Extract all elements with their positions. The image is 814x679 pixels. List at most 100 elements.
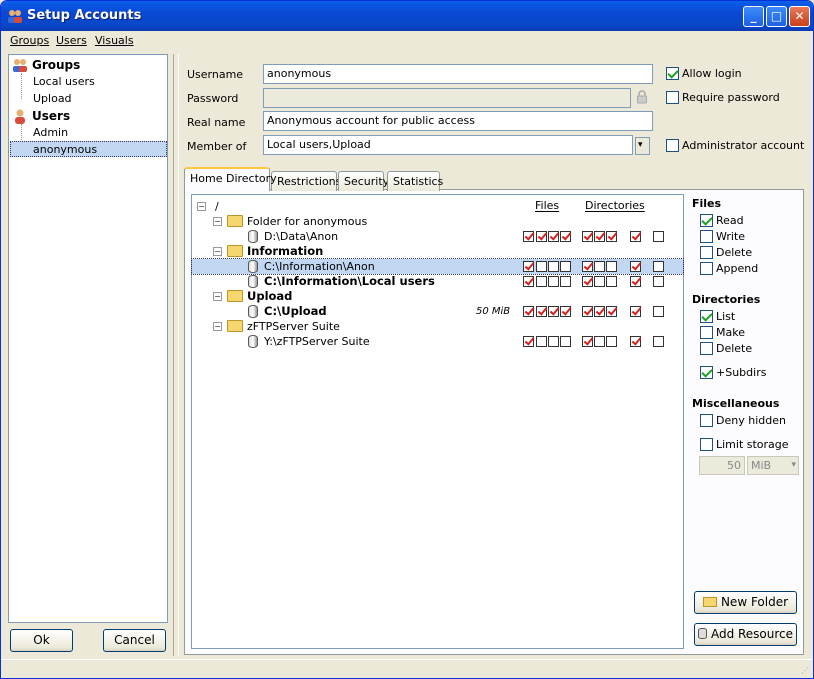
permission-checkbox[interactable]: [630, 261, 641, 272]
permission-checkbox[interactable]: [548, 306, 559, 317]
dir-tree-row[interactable]: C:\Information\Anon: [191, 258, 684, 275]
permission-checkbox[interactable]: [560, 336, 571, 347]
permission-checkbox[interactable]: [536, 336, 547, 347]
permission-checkbox[interactable]: [606, 306, 617, 317]
require-password-checkbox[interactable]: [666, 91, 679, 104]
permission-checkbox[interactable]: [548, 231, 559, 242]
permission-checkbox[interactable]: [653, 276, 664, 287]
permission-checkbox[interactable]: [653, 336, 664, 347]
storage-unit-select[interactable]: MiB ▾: [747, 456, 799, 475]
permission-checkbox[interactable]: [606, 231, 617, 242]
permission-checkbox[interactable]: [523, 231, 534, 242]
dir-tree-row[interactable]: D:\Data\Anon: [192, 229, 683, 244]
tab-home-directory[interactable]: Home Directory: [184, 167, 277, 191]
new-folder-button[interactable]: New Folder: [694, 591, 797, 614]
files-read-checkbox[interactable]: [700, 214, 713, 227]
permission-checkbox[interactable]: [594, 231, 605, 242]
permission-checkbox[interactable]: [548, 336, 559, 347]
dir-tree-row[interactable]: Y:\zFTPServer Suite: [192, 334, 683, 349]
tree-group-local-users[interactable]: Local users: [33, 74, 95, 90]
permission-checkbox[interactable]: [594, 336, 605, 347]
permission-checkbox[interactable]: [560, 276, 571, 287]
splitter[interactable]: [173, 54, 179, 656]
tree-users-label[interactable]: Users: [32, 108, 70, 124]
dirs-list-checkbox[interactable]: [700, 310, 713, 323]
tree-user-admin[interactable]: Admin: [33, 125, 68, 141]
collapse-icon[interactable]: −: [213, 247, 222, 256]
permission-checkbox[interactable]: [536, 306, 547, 317]
permission-checkbox[interactable]: [653, 306, 664, 317]
tree-groups-label[interactable]: Groups: [32, 57, 80, 73]
dir-tree-row[interactable]: C:\Upload 50 MiB: [192, 304, 683, 319]
dir-tree-row[interactable]: − Information: [192, 244, 683, 259]
storage-value-field[interactable]: 50: [699, 456, 745, 475]
permission-checkbox[interactable]: [536, 231, 547, 242]
permission-checkbox[interactable]: [536, 261, 547, 272]
permission-checkbox[interactable]: [536, 276, 547, 287]
dir-tree-row[interactable]: − Folder for anonymous: [192, 214, 683, 229]
dir-tree-row[interactable]: C:\Information\Local users: [192, 274, 683, 289]
collapse-icon[interactable]: −: [197, 202, 206, 211]
dir-tree-row[interactable]: − Upload: [192, 289, 683, 304]
permission-checkbox[interactable]: [582, 231, 593, 242]
permission-checkbox[interactable]: [560, 261, 571, 272]
dirs-make-checkbox[interactable]: [700, 326, 713, 339]
permission-checkbox[interactable]: [548, 261, 559, 272]
realname-field[interactable]: Anonymous account for public access: [263, 111, 653, 131]
permission-checkbox[interactable]: [582, 306, 593, 317]
dir-tree-row[interactable]: − zFTPServer Suite: [192, 319, 683, 334]
permission-checkbox[interactable]: [523, 336, 534, 347]
files-write-checkbox[interactable]: [700, 230, 713, 243]
maximize-button[interactable]: □: [766, 6, 787, 27]
permission-checkbox[interactable]: [594, 306, 605, 317]
permission-checkbox[interactable]: [594, 276, 605, 287]
permission-checkbox[interactable]: [523, 306, 534, 317]
resize-grip-icon[interactable]: ⋰: [801, 666, 809, 675]
menu-groups[interactable]: Groups: [10, 34, 49, 47]
permission-checkbox[interactable]: [653, 261, 664, 272]
permission-checkbox[interactable]: [630, 306, 641, 317]
member-of-field[interactable]: Local users,Upload: [263, 135, 633, 155]
files-append-checkbox[interactable]: [700, 262, 713, 275]
tab-statistics[interactable]: Statistics: [387, 171, 443, 191]
permission-checkbox[interactable]: [606, 276, 617, 287]
title-bar[interactable]: Setup Accounts _ □ ✕: [1, 1, 813, 31]
permission-checkbox[interactable]: [606, 336, 617, 347]
limit-storage-checkbox[interactable]: [700, 438, 713, 451]
menu-visuals[interactable]: Visuals: [95, 34, 134, 47]
minimize-button[interactable]: _: [743, 6, 764, 27]
home-directory-tree[interactable]: − / − Folder for anonymous D:\Data\Anon − Info…: [191, 194, 684, 649]
permission-checkbox[interactable]: [560, 231, 571, 242]
username-field[interactable]: anonymous: [263, 64, 653, 84]
permission-checkbox[interactable]: [630, 276, 641, 287]
allow-login-checkbox[interactable]: [666, 67, 679, 80]
dirs-delete-checkbox[interactable]: [700, 342, 713, 355]
permission-checkbox[interactable]: [594, 261, 605, 272]
permission-checkbox[interactable]: [560, 306, 571, 317]
permission-checkbox[interactable]: [523, 261, 534, 272]
administrator-account-checkbox[interactable]: [666, 139, 679, 152]
accounts-tree[interactable]: Groups Local users Upload Users Admin an…: [8, 54, 168, 623]
collapse-icon[interactable]: −: [213, 292, 222, 301]
permission-checkbox[interactable]: [653, 231, 664, 242]
tree-group-upload[interactable]: Upload: [33, 91, 72, 107]
subdirs-checkbox[interactable]: [700, 366, 713, 379]
cancel-button[interactable]: Cancel: [103, 629, 166, 652]
collapse-icon[interactable]: −: [213, 217, 222, 226]
permission-checkbox[interactable]: [630, 231, 641, 242]
menu-users[interactable]: Users: [56, 34, 87, 47]
collapse-icon[interactable]: −: [213, 322, 222, 331]
permission-checkbox[interactable]: [582, 336, 593, 347]
permission-checkbox[interactable]: [523, 276, 534, 287]
password-field[interactable]: [263, 88, 631, 108]
member-of-dropdown-button[interactable]: ▾: [635, 137, 650, 155]
permission-checkbox[interactable]: [582, 261, 593, 272]
files-delete-checkbox[interactable]: [700, 246, 713, 259]
ok-button[interactable]: Ok: [10, 629, 73, 652]
close-button[interactable]: ✕: [789, 6, 810, 27]
tab-security[interactable]: Security: [338, 171, 389, 191]
deny-hidden-checkbox[interactable]: [700, 414, 713, 427]
tab-restrictions[interactable]: Restrictions: [271, 171, 341, 191]
tree-user-anonymous[interactable]: anonymous: [10, 141, 167, 157]
permission-checkbox[interactable]: [630, 336, 641, 347]
